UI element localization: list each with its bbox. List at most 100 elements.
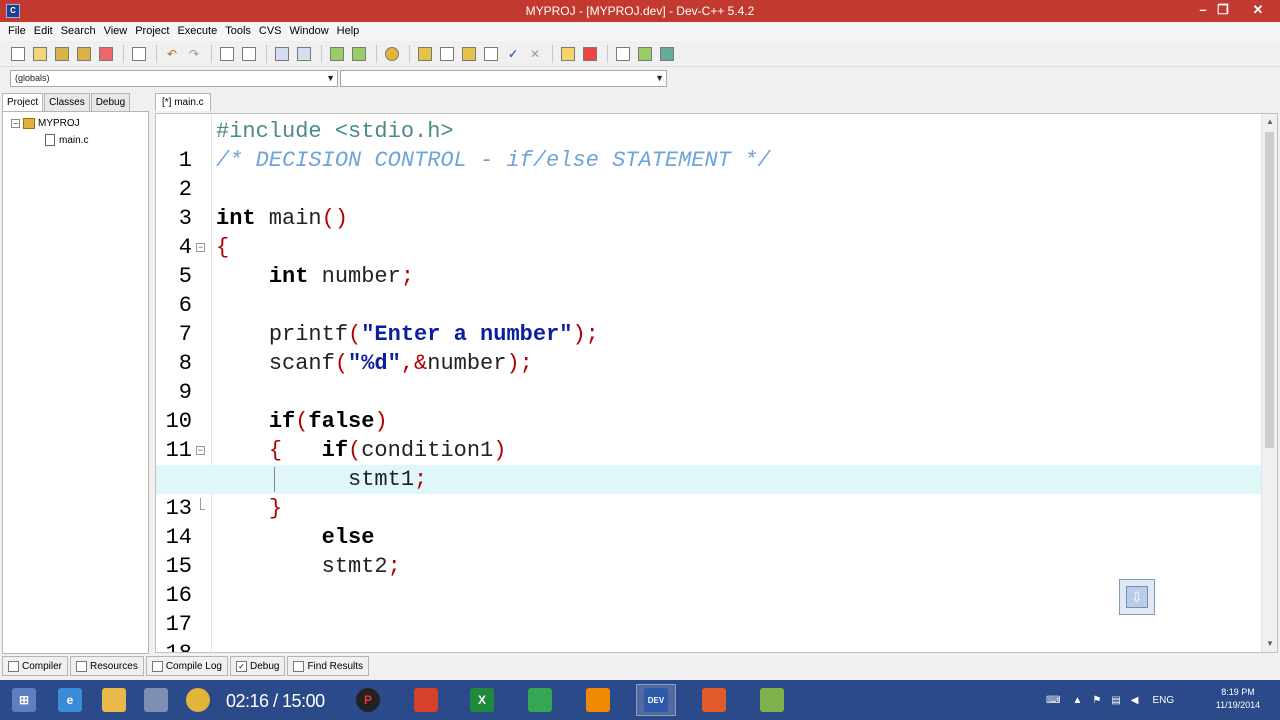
close-file-button[interactable]: [96, 44, 116, 64]
delete-profile-button[interactable]: [580, 44, 600, 64]
save-all-button[interactable]: [74, 44, 94, 64]
download-overlay-button[interactable]: ⇩: [1119, 579, 1155, 615]
code-line[interactable]: 7: [156, 291, 1261, 347]
taskbar-ie[interactable]: e: [50, 684, 90, 716]
taskbar-app-red[interactable]: [406, 684, 446, 716]
tab-compile-log[interactable]: Compile Log: [145, 656, 228, 676]
scroll-up-icon[interactable]: ▲: [1262, 114, 1277, 130]
collapse-toggle[interactable]: −: [11, 119, 20, 128]
code-line[interactable]: 17: [156, 581, 1261, 637]
code-line[interactable]: 6 int number;: [156, 262, 1261, 318]
menu-project[interactable]: Project: [131, 22, 173, 41]
add-to-project-button[interactable]: [327, 44, 347, 64]
code-line[interactable]: 10: [156, 378, 1261, 434]
indent-button[interactable]: [272, 44, 292, 64]
compile-run-icon: [462, 46, 476, 61]
taskbar-sheets[interactable]: [520, 684, 560, 716]
tab-classes[interactable]: Classes: [44, 93, 90, 111]
tab-main-c[interactable]: [*] main.c: [155, 93, 211, 111]
taskbar-explorer[interactable]: [94, 684, 134, 716]
tray-up-icon[interactable]: ▲: [1072, 695, 1082, 706]
save-button[interactable]: [52, 44, 72, 64]
compile-run-button[interactable]: [459, 44, 479, 64]
remove-from-project-button[interactable]: [349, 44, 369, 64]
tab-debug-output[interactable]: ✓ Debug: [229, 656, 286, 676]
scroll-down-icon[interactable]: ▼: [1262, 636, 1277, 652]
undo-button[interactable]: ↶: [162, 44, 182, 64]
goto-button[interactable]: [613, 44, 633, 64]
start-button[interactable]: ⊞: [4, 684, 44, 716]
taskbar-media[interactable]: [136, 684, 176, 716]
globals-dropdown[interactable]: (globals) ▼: [10, 70, 338, 87]
code-line[interactable]: 5 − {: [156, 233, 1261, 289]
close-button[interactable]: ✕: [1236, 0, 1280, 22]
menu-execute[interactable]: Execute: [173, 22, 221, 41]
tree-item-project[interactable]: − MYPROJ: [11, 118, 80, 129]
profile-button[interactable]: [558, 44, 578, 64]
members-dropdown[interactable]: ▼: [340, 70, 667, 87]
print-button[interactable]: [129, 44, 149, 64]
tree-item-file[interactable]: main.c: [45, 134, 88, 146]
tab-find-results[interactable]: Find Results: [287, 656, 370, 676]
code-line[interactable]: 11 if(false): [156, 407, 1261, 463]
project-options-button[interactable]: [382, 44, 402, 64]
syntax-check-button[interactable]: ✓: [503, 44, 523, 64]
run-button[interactable]: [437, 44, 457, 64]
next-button[interactable]: [635, 44, 655, 64]
code-line[interactable]: 15 else: [156, 523, 1261, 579]
menu-tools[interactable]: Tools: [221, 22, 255, 41]
code-line[interactable]: 9 scanf("%d",&number);: [156, 349, 1261, 405]
taskbar-recorder[interactable]: P: [348, 684, 388, 716]
code-line[interactable]: 2 /* DECISION CONTROL - if/else STATEMEN…: [156, 146, 1261, 202]
code-line[interactable]: 3: [156, 175, 1261, 231]
code-line-current[interactable]: 13 stmt1;: [156, 465, 1261, 521]
taskbar-vlc[interactable]: [578, 684, 618, 716]
code-line[interactable]: 14 }: [156, 494, 1261, 550]
compile-button[interactable]: [415, 44, 435, 64]
bookmark-button[interactable]: [657, 44, 677, 64]
taskbar-excel[interactable]: X: [462, 684, 502, 716]
language-indicator[interactable]: ENG: [1152, 695, 1174, 706]
taskbar-chrome[interactable]: [178, 684, 218, 716]
volume-icon[interactable]: ◀: [1131, 695, 1139, 706]
menu-file[interactable]: File: [4, 22, 30, 41]
tab-compiler[interactable]: Compiler: [2, 656, 69, 676]
menu-search[interactable]: Search: [57, 22, 100, 41]
code-line[interactable]: 16 stmt2;: [156, 552, 1261, 608]
taskbar-devcpp[interactable]: DEV: [636, 684, 676, 716]
code-line[interactable]: 12 − { if(condition1): [156, 436, 1261, 492]
find-button[interactable]: [217, 44, 237, 64]
menu-edit[interactable]: Edit: [30, 22, 57, 41]
menu-view[interactable]: View: [100, 22, 132, 41]
code-line[interactable]: 8 printf("Enter a number");: [156, 320, 1261, 376]
menu-help[interactable]: Help: [333, 22, 364, 41]
fold-toggle[interactable]: −: [196, 446, 205, 455]
tab-resources[interactable]: Resources: [70, 656, 144, 676]
tab-project[interactable]: Project: [2, 93, 44, 111]
taskbar-clock[interactable]: 8:19 PM 11/19/2014: [1206, 686, 1270, 712]
replace-button[interactable]: [239, 44, 259, 64]
fold-toggle[interactable]: −: [196, 243, 205, 252]
scrollbar-thumb[interactable]: [1265, 132, 1274, 448]
menu-cvs[interactable]: CVS: [255, 22, 286, 41]
taskbar-office[interactable]: [694, 684, 734, 716]
rebuild-button[interactable]: [481, 44, 501, 64]
code-line[interactable]: 1 #include <stdio.h>: [156, 117, 1261, 173]
redo-button[interactable]: ↷: [184, 44, 204, 64]
open-button[interactable]: [30, 44, 50, 64]
keyboard-icon[interactable]: ⌨: [1046, 695, 1060, 706]
code-line[interactable]: 18: [156, 610, 1261, 652]
taskbar-chart-app[interactable]: [752, 684, 792, 716]
vertical-scrollbar[interactable]: ▲ ▼: [1261, 114, 1277, 652]
devcpp-window: C MYPROJ - [MYPROJ.dev] - Dev-C++ 5.4.2 …: [0, 0, 1280, 720]
maximize-button[interactable]: ❐: [1208, 0, 1238, 22]
code-line[interactable]: 4 int main(): [156, 204, 1261, 260]
menu-window[interactable]: Window: [286, 22, 333, 41]
stop-button[interactable]: ✕: [525, 44, 545, 64]
tab-debug[interactable]: Debug: [90, 93, 131, 111]
flag-icon[interactable]: ⚑: [1092, 695, 1101, 706]
new-file-button[interactable]: [8, 44, 28, 64]
unindent-button[interactable]: [294, 44, 314, 64]
code-editor[interactable]: 1 #include <stdio.h> 2 /* DECISION CONTR…: [155, 113, 1278, 653]
network-icon[interactable]: ▤: [1111, 695, 1120, 706]
